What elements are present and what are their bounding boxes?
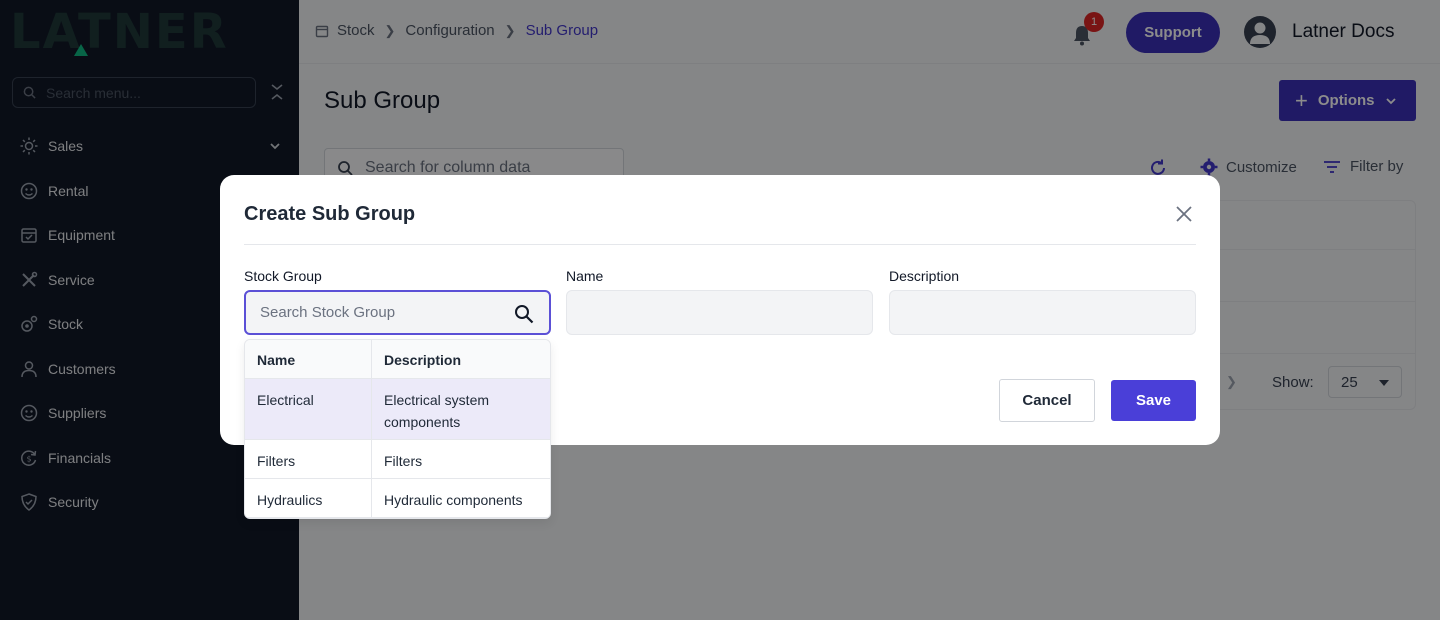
cancel-button[interactable]: Cancel bbox=[999, 379, 1095, 422]
dropdown-header-description: Description bbox=[384, 352, 462, 368]
dropdown-option[interactable]: Hydraulics Hydraulic components bbox=[245, 479, 550, 518]
option-description: Filters bbox=[384, 453, 423, 469]
dropdown-option[interactable]: Electrical Electrical system components bbox=[245, 379, 550, 440]
option-name: Filters bbox=[245, 440, 372, 478]
dropdown-header-name: Name bbox=[245, 340, 372, 378]
stock-group-dropdown: Name Description Electrical Electrical s… bbox=[244, 339, 551, 519]
description-label: Description bbox=[889, 268, 960, 284]
description-field[interactable] bbox=[889, 290, 1196, 335]
save-button[interactable]: Save bbox=[1111, 380, 1196, 421]
search-icon[interactable] bbox=[514, 304, 534, 324]
option-name: Electrical bbox=[245, 379, 372, 439]
name-field[interactable] bbox=[566, 290, 873, 335]
close-icon[interactable] bbox=[1175, 205, 1193, 223]
option-description: Hydraulic components bbox=[384, 492, 523, 508]
dropdown-header-row: Name Description bbox=[245, 340, 550, 379]
name-label: Name bbox=[566, 268, 604, 284]
stock-group-search-input[interactable] bbox=[244, 290, 551, 335]
option-description: Electrical system components bbox=[384, 392, 490, 430]
stock-group-label: Stock Group bbox=[244, 268, 322, 284]
dropdown-option[interactable]: Filters Filters bbox=[245, 440, 550, 479]
modal-title: Create Sub Group bbox=[244, 203, 416, 225]
modal-divider bbox=[244, 244, 1196, 245]
option-name: Hydraulics bbox=[245, 479, 372, 517]
